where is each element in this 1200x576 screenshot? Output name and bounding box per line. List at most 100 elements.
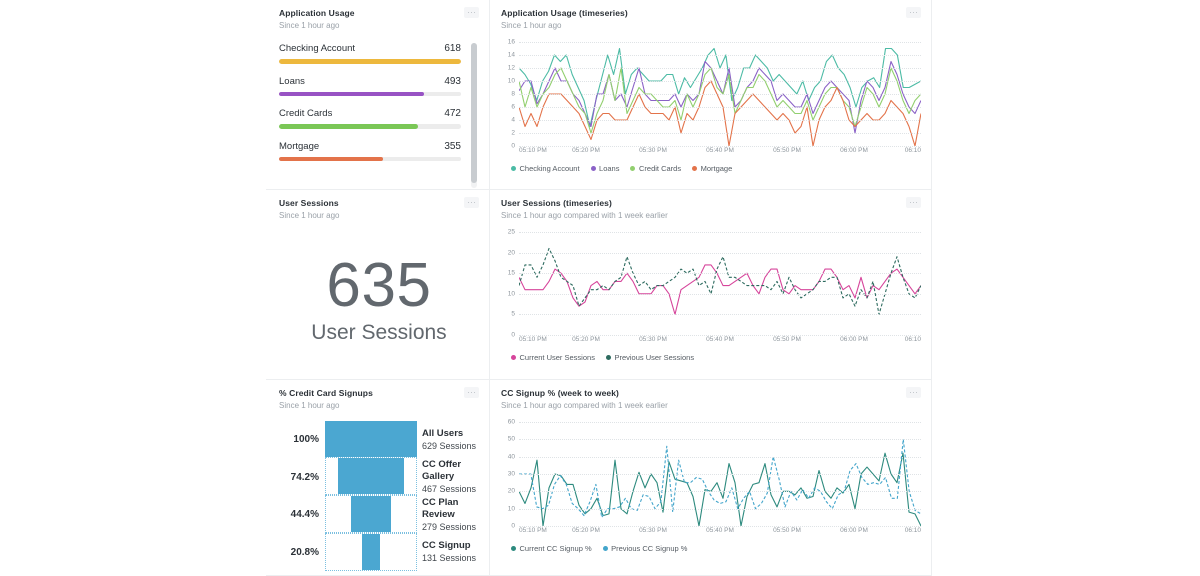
y-axis-tick: 5: [511, 310, 515, 318]
x-axis: 05:10 PM 05:20 PM 05:30 PM 05:40 PM 05:50 PM…: [519, 146, 921, 158]
funnel-stage-sessions: 131 Sessions: [422, 553, 477, 564]
funnel-bar-fill: [325, 421, 417, 457]
bar-row[interactable]: Checking Account 618: [279, 43, 461, 64]
funnel-stage-bar[interactable]: [325, 533, 417, 571]
legend-color-dot: [692, 166, 698, 171]
legend-item[interactable]: Current CC Signup %: [511, 544, 592, 553]
series-line: [519, 60, 921, 134]
x-axis-tick: 05:10 PM: [519, 527, 547, 534]
y-axis-tick: 60: [507, 418, 515, 426]
funnel-bar-fill: [361, 534, 381, 570]
plot-area: [519, 232, 921, 335]
funnel-stage-sessions: 279 Sessions: [422, 521, 477, 532]
bar-row[interactable]: Loans 493: [279, 75, 461, 96]
legend-item[interactable]: Previous CC Signup %: [602, 544, 688, 553]
x-axis-tick: 05:20 PM: [572, 527, 600, 534]
funnel-stage-name: All Users: [422, 427, 464, 439]
bar-label: Checking Account: [279, 43, 356, 54]
funnel-percent: 44.4%: [290, 509, 319, 521]
legend-item[interactable]: Current User Sessions: [511, 353, 595, 362]
grid-line: [519, 42, 921, 43]
page-title: CC Signup % (week to week): [501, 388, 619, 398]
bar-row[interactable]: Mortgage 355: [279, 140, 461, 161]
y-axis: 0 2 4 6 8 10 12 14 16: [501, 38, 517, 150]
y-axis: 0 10 20 30 40 50 60: [501, 418, 517, 530]
x-axis-tick: 06:10: [904, 147, 921, 154]
panel-credit-card-signups: % Credit Card Signups Since 1 hour ago 1…: [266, 380, 490, 576]
legend-item[interactable]: Loans: [590, 164, 619, 173]
bar-value: 493: [444, 75, 461, 87]
series-line: [519, 247, 921, 315]
panel-header: Application Usage Since 1 hour ago: [279, 7, 479, 31]
funnel-stage-bar[interactable]: [325, 421, 417, 457]
bar-label: Mortgage: [279, 140, 320, 152]
grid-line: [519, 133, 921, 134]
y-axis: 0 5 10 15 20 25: [501, 228, 517, 339]
funnel-stage-bar[interactable]: [325, 495, 417, 533]
legend-color-dot: [605, 355, 611, 360]
legend-color-dot: [511, 166, 516, 171]
bar-fill: [279, 91, 425, 96]
x-axis-tick: 06:00 PM: [840, 147, 868, 154]
panel-subtitle: Since 1 hour ago: [501, 21, 562, 30]
grid-line: [519, 81, 921, 82]
y-axis-tick: 25: [507, 228, 515, 236]
x-axis-tick: 05:20 PM: [572, 336, 600, 343]
grid-line: [519, 456, 921, 458]
legend-item[interactable]: Credit Cards: [630, 164, 681, 173]
grid-line: [519, 94, 921, 95]
panel-user-sessions-timeseries: User Sessions (timeseries) Since 1 hour …: [490, 190, 932, 380]
x-axis-tick: 05:40 PM: [706, 147, 734, 154]
x-axis-tick: 05:50 PM: [773, 336, 801, 343]
legend-label: Checking Account: [519, 164, 580, 173]
panel-header: Application Usage (timeseries) Since 1 h…: [501, 7, 921, 31]
legend-label: Previous CC Signup %: [611, 544, 688, 553]
funnel-chart: 100% 74.2% 44.4% 20.8% All Users 629 Session…: [279, 421, 479, 571]
grid-line: [519, 55, 921, 56]
ellipsis-icon[interactable]: [464, 7, 479, 18]
funnel-stage-name: CC Signup: [422, 540, 471, 552]
grid-line: [519, 120, 921, 121]
funnel-percent: 100%: [293, 434, 319, 446]
x-axis-tick: 05:40 PM: [706, 336, 734, 343]
x-axis-tick: 05:40 PM: [706, 527, 734, 534]
grid-line: [519, 232, 921, 233]
panel-cc-signup-week-to-week: CC Signup % (week to week) Since 1 hour …: [490, 380, 932, 576]
y-axis-tick: 6: [511, 103, 515, 111]
legend-item[interactable]: Mortgage: [692, 164, 732, 173]
x-axis-tick: 06:10: [904, 527, 921, 534]
y-axis-tick: 30: [507, 470, 515, 478]
page-title: Application Usage (timeseries): [501, 8, 628, 18]
panel-header: % Credit Card Signups Since 1 hour ago: [279, 387, 479, 411]
panel-subtitle: Since 1 hour ago: [279, 401, 340, 410]
legend-item[interactable]: Previous User Sessions: [605, 353, 694, 362]
legend-item[interactable]: Checking Account: [511, 164, 580, 173]
ellipsis-icon[interactable]: [464, 387, 479, 398]
bar-row[interactable]: Credit Cards 472: [279, 108, 461, 129]
ellipsis-icon[interactable]: [906, 197, 921, 208]
chart-cc-signup: 0 10 20 30 40 50 60 05:10 PM 05:20 PM 05:30 PM 05…: [501, 418, 921, 553]
bar-fill: [279, 156, 384, 161]
legend-color-dot: [590, 166, 596, 171]
y-axis-tick: 16: [507, 38, 515, 46]
funnel-stage-bar[interactable]: [325, 457, 417, 495]
bar-list-container: Checking Account 618 Loans 493 Credit Cards 4…: [279, 43, 479, 189]
grid-line: [519, 273, 921, 275]
x-axis-tick: 05:50 PM: [773, 527, 801, 534]
bar-track: [279, 124, 461, 129]
legend-color-dot: [511, 546, 516, 551]
chart-user-sessions: 0 5 10 15 20 25 05:10 PM 05:20 PM 05:30 PM 05:40…: [501, 228, 921, 362]
bar-value: 355: [444, 140, 461, 152]
scrollbar-thumb[interactable]: [471, 43, 477, 183]
y-axis-tick: 50: [507, 435, 515, 443]
legend-color-dot: [511, 355, 516, 360]
bar-label: Loans: [279, 75, 305, 87]
page-title: Application Usage: [279, 8, 355, 18]
ellipsis-icon[interactable]: [906, 387, 921, 398]
bar-fill: [279, 124, 419, 129]
ellipsis-icon[interactable]: [906, 7, 921, 18]
legend-color-dot: [602, 546, 608, 551]
dashboard-grid: Application Usage Since 1 hour ago Check…: [266, 0, 932, 576]
ellipsis-icon[interactable]: [464, 197, 479, 208]
x-axis-tick: 05:10 PM: [519, 336, 547, 343]
